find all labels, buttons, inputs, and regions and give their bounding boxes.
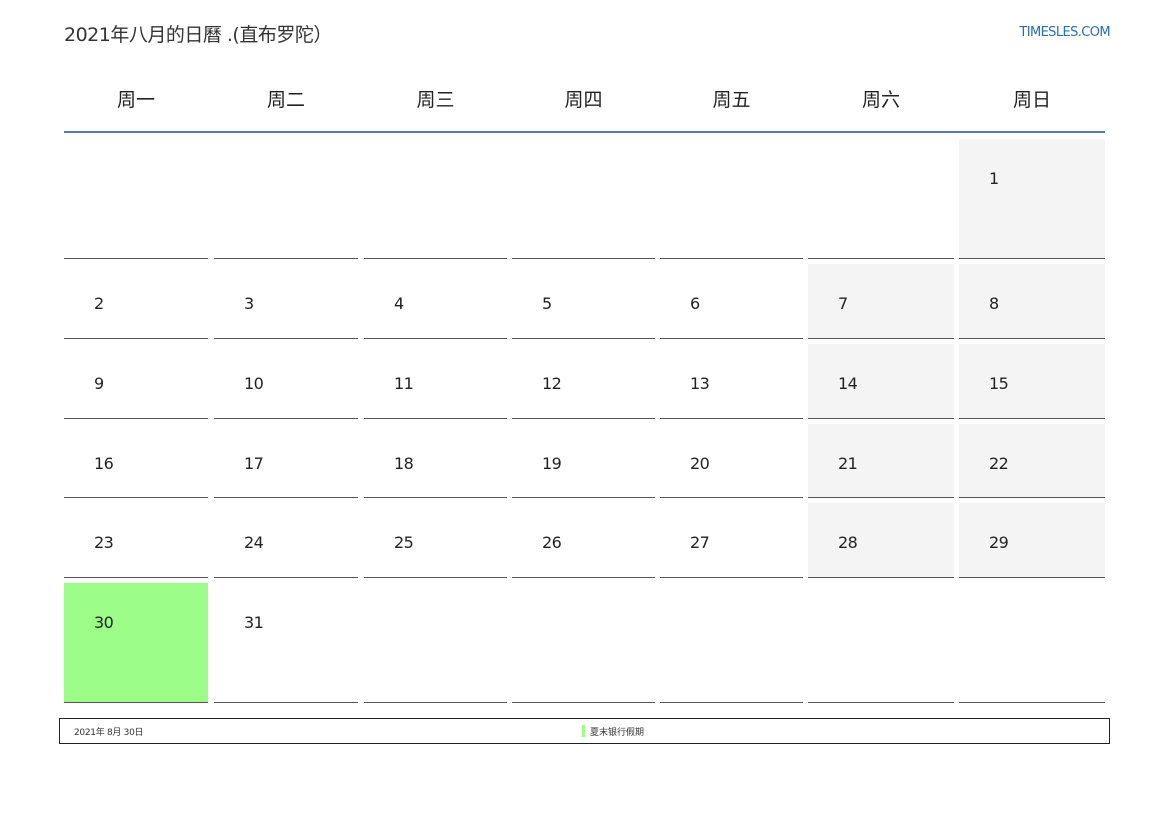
day-cell-29[interactable]: 29 — [959, 503, 1105, 578]
empty-day-cell — [512, 139, 655, 259]
day-cell-16[interactable]: 16 — [64, 424, 208, 498]
day-number: 11 — [394, 374, 414, 393]
day-number: 8 — [989, 294, 999, 313]
day-cell-30[interactable]: 30 — [64, 583, 208, 703]
day-cell-14[interactable]: 14 — [808, 344, 954, 419]
day-number: 24 — [244, 533, 264, 552]
day-number: 18 — [394, 454, 414, 473]
day-number: 28 — [838, 533, 858, 552]
holiday-date: 2021年 8月 30日 — [74, 728, 144, 738]
day-cell-22[interactable]: 22 — [959, 424, 1105, 498]
day-number: 1 — [989, 169, 999, 188]
day-cell-8[interactable]: 8 — [959, 264, 1105, 339]
day-cell-21[interactable]: 21 — [808, 424, 954, 498]
day-number: 23 — [94, 533, 114, 552]
day-number: 3 — [244, 294, 254, 313]
day-number: 13 — [690, 374, 710, 393]
day-cell-28[interactable]: 28 — [808, 503, 954, 578]
day-number: 7 — [838, 294, 848, 313]
day-number: 16 — [94, 454, 114, 473]
empty-day-cell — [64, 139, 208, 259]
day-number: 29 — [989, 533, 1009, 552]
day-cell-5[interactable]: 5 — [512, 264, 655, 339]
day-number: 27 — [690, 533, 710, 552]
day-cell-11[interactable]: 11 — [364, 344, 507, 419]
day-number: 22 — [989, 454, 1009, 473]
day-cell-12[interactable]: 12 — [512, 344, 655, 419]
day-cell-26[interactable]: 26 — [512, 503, 655, 578]
holiday-name: 夏末银行假期 — [590, 727, 645, 738]
day-number: 9 — [94, 374, 104, 393]
day-cell-3[interactable]: 3 — [214, 264, 358, 339]
day-number: 21 — [838, 454, 858, 473]
holiday-legend: 2021年 8月 30日 夏末银行假期 — [59, 718, 1110, 744]
day-cell-18[interactable]: 18 — [364, 424, 507, 498]
empty-day-cell — [214, 139, 358, 259]
empty-day-cell — [364, 139, 507, 259]
day-cell-17[interactable]: 17 — [214, 424, 358, 498]
empty-day-cell — [660, 583, 803, 703]
day-number: 5 — [542, 294, 552, 313]
day-cell-7[interactable]: 7 — [808, 264, 954, 339]
day-cell-19[interactable]: 19 — [512, 424, 655, 498]
day-number: 31 — [244, 613, 264, 632]
day-cell-2[interactable]: 2 — [64, 264, 208, 339]
day-number: 17 — [244, 454, 264, 473]
empty-day-cell — [660, 139, 803, 259]
day-cell-9[interactable]: 9 — [64, 344, 208, 419]
empty-day-cell — [808, 583, 954, 703]
day-number: 10 — [244, 374, 264, 393]
day-number: 2 — [94, 294, 104, 313]
empty-day-cell — [364, 583, 507, 703]
day-number: 14 — [838, 374, 858, 393]
day-cell-4[interactable]: 4 — [364, 264, 507, 339]
day-number: 15 — [989, 374, 1009, 393]
day-cell-1[interactable]: 1 — [959, 139, 1105, 259]
day-cell-10[interactable]: 10 — [214, 344, 358, 419]
day-cell-25[interactable]: 25 — [364, 503, 507, 578]
day-cell-13[interactable]: 13 — [660, 344, 803, 419]
day-cell-27[interactable]: 27 — [660, 503, 803, 578]
day-cell-24[interactable]: 24 — [214, 503, 358, 578]
day-cell-23[interactable]: 23 — [64, 503, 208, 578]
day-cell-15[interactable]: 15 — [959, 344, 1105, 419]
day-number: 25 — [394, 533, 414, 552]
day-number: 4 — [394, 294, 404, 313]
day-number: 6 — [690, 294, 700, 313]
empty-day-cell — [959, 583, 1105, 703]
day-cell-6[interactable]: 6 — [660, 264, 803, 339]
day-number: 12 — [542, 374, 562, 393]
holiday-entry: 夏末银行假期 — [582, 724, 644, 738]
calendar-grid: 1 2 3 4 5 6 7 8 9 10 11 12 13 14 15 16 17 18 19 20 21 22 23 24 2… — [0, 0, 1169, 827]
day-cell-20[interactable]: 20 — [660, 424, 803, 498]
empty-day-cell — [808, 139, 954, 259]
holiday-color-marker — [582, 725, 585, 737]
empty-day-cell — [512, 583, 655, 703]
day-number: 30 — [94, 613, 114, 632]
day-number: 19 — [542, 454, 562, 473]
day-number: 20 — [690, 454, 710, 473]
day-number: 26 — [542, 533, 562, 552]
day-cell-31[interactable]: 31 — [214, 583, 358, 703]
